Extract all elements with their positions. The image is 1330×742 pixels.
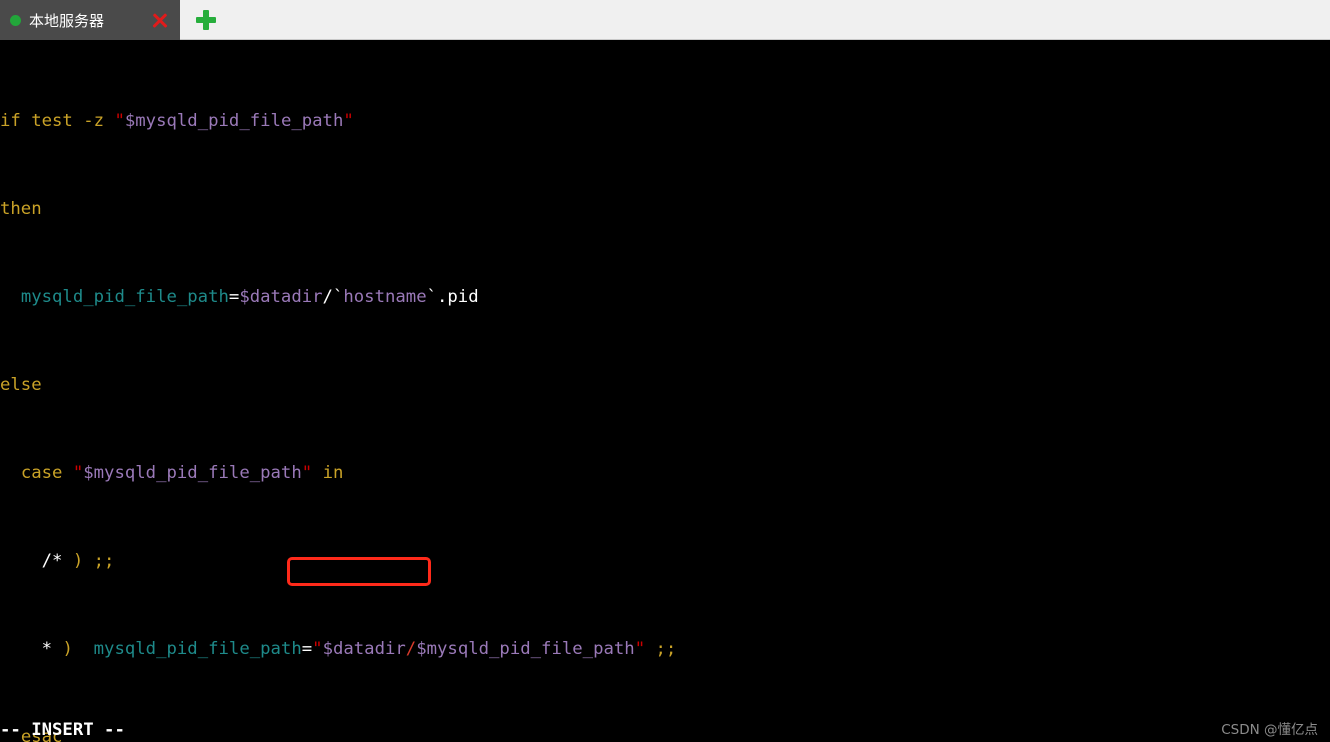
tab-bar: 本地服务器 [0,0,1330,40]
close-icon[interactable] [148,8,172,32]
vim-buffer[interactable]: if test -z "$mysqld_pid_file_path" then … [0,40,1228,742]
watermark: CSDN @懂亿点 [1221,722,1318,738]
code-line: else [0,375,42,395]
connection-status-dot [10,14,21,26]
code-line: * ) mysqld_pid_file_path="$datadir/$mysq… [41,639,677,659]
tab-local-server[interactable]: 本地服务器 [0,0,180,40]
code-line: /* ) ;; [41,551,115,571]
tab-title: 本地服务器 [29,11,105,30]
code-line: case "$mysqld_pid_file_path" in [20,463,344,483]
code-line: if test -z "$mysqld_pid_file_path" [0,111,354,131]
code-line: then [0,199,42,219]
add-tab-button[interactable] [180,0,232,40]
vim-status-line: -- INSERT -- [0,720,125,740]
terminal-pane[interactable]: if test -z "$mysqld_pid_file_path" then … [0,40,1330,742]
code-line: mysqld_pid_file_path=$datadir/`hostname`… [20,287,479,307]
plus-icon [196,10,216,30]
